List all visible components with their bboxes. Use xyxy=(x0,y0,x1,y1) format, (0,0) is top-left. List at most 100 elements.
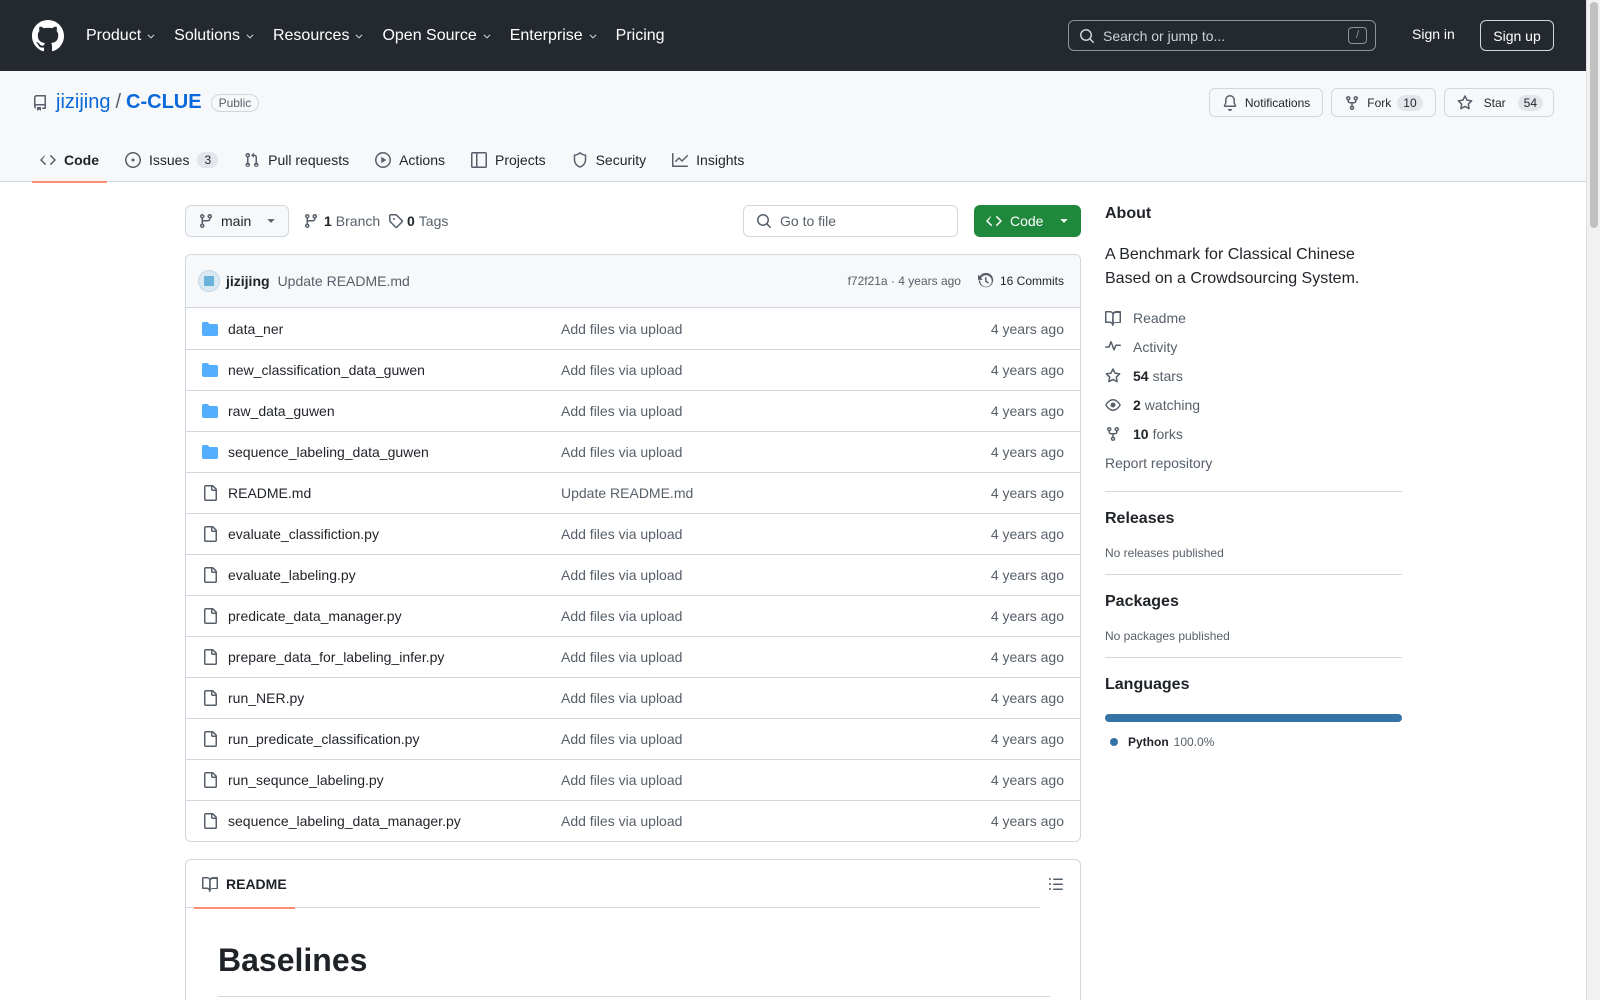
nav-item-solutions[interactable]: Solutions xyxy=(174,27,255,45)
file-commit-message-link[interactable]: Add files via upload xyxy=(561,731,682,747)
file-name-link[interactable]: run_NER.py xyxy=(228,690,561,706)
file-commit-message-link[interactable]: Add files via upload xyxy=(561,321,682,337)
nav-item-pricing[interactable]: Pricing xyxy=(616,27,665,45)
page-scrollbar[interactable] xyxy=(1586,0,1600,1000)
file-name-link[interactable]: evaluate_classifiction.py xyxy=(228,526,561,542)
file-name-link[interactable]: README.md xyxy=(228,485,561,501)
code-icon xyxy=(986,216,1002,226)
file-commit-message-link[interactable]: Add files via upload xyxy=(561,403,682,419)
tab-security[interactable]: Security xyxy=(564,138,655,182)
divider xyxy=(1105,491,1402,492)
repo-name-link[interactable]: C-CLUE xyxy=(126,91,202,114)
chevron-down-icon xyxy=(589,33,597,39)
file-name-link[interactable]: sequence_labeling_data_guwen xyxy=(228,444,561,460)
search-icon xyxy=(1080,28,1095,43)
tab-label: Insights xyxy=(696,152,745,168)
nav-item-label: Enterprise xyxy=(509,26,583,44)
search-box[interactable]: Search or jump to... / xyxy=(1068,20,1376,51)
file-commit-message-link[interactable]: Add files via upload xyxy=(561,362,682,378)
tags-link[interactable]: 0 Tags xyxy=(388,213,448,229)
commit-message-link[interactable]: Update README.md xyxy=(278,273,410,289)
tab-code[interactable]: Code xyxy=(32,138,107,183)
sign-in-link[interactable]: Sign in xyxy=(1412,26,1455,42)
file-commit-message-link[interactable]: Add files via upload xyxy=(561,567,682,583)
outline-menu-button[interactable] xyxy=(1048,876,1064,895)
sidebar-link-activity[interactable]: Activity xyxy=(1105,332,1402,361)
go-to-file-placeholder: Go to file xyxy=(780,213,837,229)
nav-item-resources[interactable]: Resources xyxy=(273,27,364,45)
file-commit-message-link[interactable]: Add files via upload xyxy=(561,690,682,706)
fork-icon xyxy=(1346,95,1359,110)
commit-author-link[interactable]: jizijing xyxy=(226,273,270,289)
tab-actions[interactable]: Actions xyxy=(367,138,453,182)
notifications-button[interactable]: Notifications xyxy=(1208,88,1324,117)
star-icon xyxy=(1105,367,1121,382)
packages-title[interactable]: Packages xyxy=(1105,593,1402,611)
sidebar-link-forks[interactable]: 10 forks xyxy=(1105,419,1402,448)
tab-pull-requests[interactable]: Pull requests xyxy=(236,138,357,182)
file-name-link[interactable]: sequence_labeling_data_manager.py xyxy=(228,813,561,829)
file-name-link[interactable]: prepare_data_for_labeling_infer.py xyxy=(228,649,561,665)
nav-item-enterprise[interactable]: Enterprise xyxy=(510,27,598,45)
repo-title: jizijing / C-CLUE Public xyxy=(32,91,260,114)
file-commit-message-link[interactable]: Add files via upload xyxy=(561,526,682,542)
folder-icon xyxy=(202,321,218,336)
code-dropdown-button[interactable]: Code xyxy=(974,205,1081,237)
star-button[interactable]: Star 54 xyxy=(1443,88,1554,117)
tag-count: 0 xyxy=(407,213,415,229)
fork-button[interactable]: Fork 10 xyxy=(1331,88,1436,117)
file-commit-message-link[interactable]: Update README.md xyxy=(561,485,693,501)
file-commit-message-link[interactable]: Add files via upload xyxy=(561,444,682,460)
branch-selector[interactable]: main xyxy=(185,205,289,237)
graph-icon xyxy=(672,153,689,167)
chevron-down-icon xyxy=(147,33,155,39)
table-row: run_NER.py Add files via upload 4 years ag… xyxy=(186,677,1080,718)
file-name-link[interactable]: raw_data_guwen xyxy=(228,403,561,419)
sidebar-link-stars[interactable]: 54 stars xyxy=(1105,361,1402,390)
report-repository-link[interactable]: Report repository xyxy=(1105,448,1402,477)
language-item[interactable]: Python 100.0% xyxy=(1105,735,1402,749)
branches-link[interactable]: 1 Branch xyxy=(303,213,380,229)
commit-meta: f72f21a · 4 years ago 16 Commits xyxy=(848,273,1064,289)
file-name-link[interactable]: new_classification_data_guwen xyxy=(228,362,561,378)
file-name-link[interactable]: predicate_data_manager.py xyxy=(228,608,561,624)
scrollbar-thumb[interactable] xyxy=(1590,2,1598,228)
file-commit-message-link[interactable]: Add files via upload xyxy=(561,608,682,624)
file-commit-message-link[interactable]: Add files via upload xyxy=(561,649,682,665)
avatar[interactable] xyxy=(198,270,220,292)
github-logo-icon[interactable] xyxy=(32,19,64,52)
tab-label: Projects xyxy=(495,152,546,168)
readme-tab[interactable]: README xyxy=(194,860,295,909)
file-name-link[interactable]: run_predicate_classification.py xyxy=(228,731,561,747)
commit-hash-age[interactable]: f72f21a · 4 years ago xyxy=(848,274,961,288)
sidebar-link-watching[interactable]: 2 watching xyxy=(1105,390,1402,419)
file-name-link[interactable]: run_sequnce_labeling.py xyxy=(228,772,561,788)
file-name-link[interactable]: data_ner xyxy=(228,321,561,337)
go-to-file-input[interactable]: Go to file xyxy=(743,205,958,237)
eye-icon xyxy=(1105,398,1121,411)
history-icon xyxy=(977,273,994,288)
nav-item-open-source[interactable]: Open Source xyxy=(382,27,491,45)
file-name-link[interactable]: evaluate_labeling.py xyxy=(228,567,561,583)
sign-up-button[interactable]: Sign up xyxy=(1480,20,1554,51)
chevron-down-icon xyxy=(483,33,491,39)
language-name: Python xyxy=(1128,735,1169,749)
repo-actions: Notifications Fork 10 Star 54 xyxy=(1201,88,1554,117)
sidebar-link-label: Activity xyxy=(1133,338,1178,355)
file-commit-message-link[interactable]: Add files via upload xyxy=(561,813,682,829)
tab-projects[interactable]: Projects xyxy=(463,138,554,182)
tab-label: Pull requests xyxy=(268,152,350,168)
divider xyxy=(1105,574,1402,575)
releases-title[interactable]: Releases xyxy=(1105,510,1402,528)
file-commit-message-link[interactable]: Add files via upload xyxy=(561,772,682,788)
nav-item-product[interactable]: Product xyxy=(86,27,156,45)
folder-icon xyxy=(202,445,218,459)
repo-owner-link[interactable]: jizijing xyxy=(56,91,110,114)
divider xyxy=(1105,657,1402,658)
sidebar-link-label: Readme xyxy=(1133,309,1186,326)
tab-insights[interactable]: Insights xyxy=(664,138,752,182)
tab-issues[interactable]: Issues 3 xyxy=(117,138,226,182)
commits-link[interactable]: 16 Commits xyxy=(977,273,1064,289)
file-age: 4 years ago xyxy=(990,772,1064,788)
sidebar-link-readme[interactable]: Readme xyxy=(1105,303,1402,332)
